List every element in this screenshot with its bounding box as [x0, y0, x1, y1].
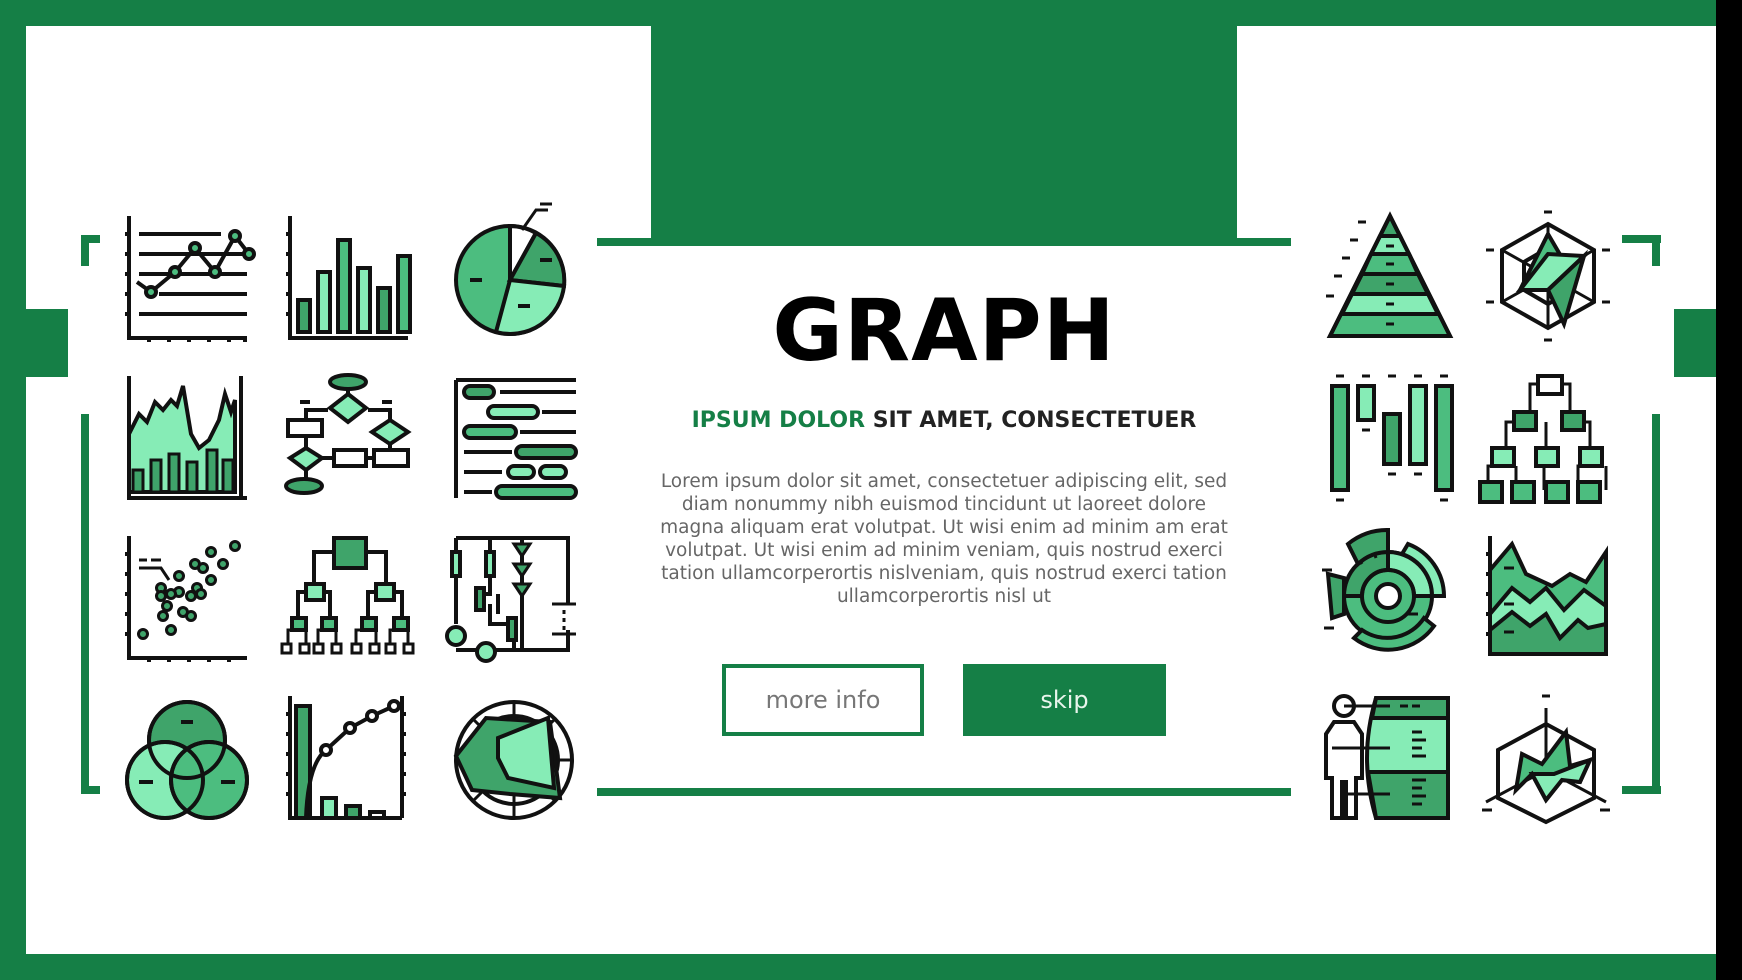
subtitle: IPSUM DOLOR SIT AMET, CONSECTETUER [651, 408, 1237, 433]
bracket-left-bottom-h [81, 786, 100, 794]
left-side-tab [26, 309, 68, 377]
more-info-button[interactable]: more info [722, 664, 924, 736]
bracket-right-top-v [1652, 235, 1660, 266]
pie-chart-icon [452, 202, 582, 344]
venn-diagram-icon [125, 694, 255, 824]
bracket-right-bottom-h [1622, 786, 1661, 794]
polar-radar-chart-icon [452, 694, 582, 824]
page-title: GRAPH [772, 281, 1116, 381]
right-panel [1237, 26, 1716, 954]
candlestick-chart-icon [1328, 374, 1458, 504]
pareto-chart-icon [286, 694, 416, 824]
bracket-right-bottom-v [1652, 414, 1660, 794]
3d-surface-chart-icon [1482, 694, 1616, 825]
right-side-tab [1674, 309, 1716, 377]
top-divider-left [597, 238, 651, 246]
area-bar-chart-icon [125, 374, 255, 504]
line-chart-icon [125, 214, 256, 344]
sunburst-chart-icon [1322, 527, 1458, 664]
bottom-divider [597, 788, 1291, 796]
skip-button[interactable]: skip [963, 664, 1166, 736]
bracket-left-bottom-v [81, 414, 89, 794]
bracket-left-top-v [81, 235, 89, 266]
pyramid-chart-icon [1326, 211, 1458, 344]
gantt-chart-icon [452, 374, 582, 504]
hexagon-radar-chart-icon [1486, 210, 1616, 344]
human-body-infographic-icon [1324, 694, 1458, 824]
scatter-plot-icon [125, 534, 255, 664]
flowchart-icon [284, 373, 416, 504]
body-text: Lorem ipsum dolor sit amet, consectetuer… [660, 471, 1228, 607]
subtitle-accent: IPSUM DOLOR [691, 408, 866, 433]
subtitle-rest: SIT AMET, CONSECTETUER [865, 408, 1197, 433]
stacked-area-chart-icon [1486, 534, 1616, 664]
hierarchy-tree-icon [280, 534, 416, 664]
top-divider-right [1237, 238, 1291, 246]
circuit-diagram-icon [445, 534, 582, 664]
bar-chart-icon [286, 214, 416, 344]
pyramid-tree-icon [1478, 374, 1616, 504]
